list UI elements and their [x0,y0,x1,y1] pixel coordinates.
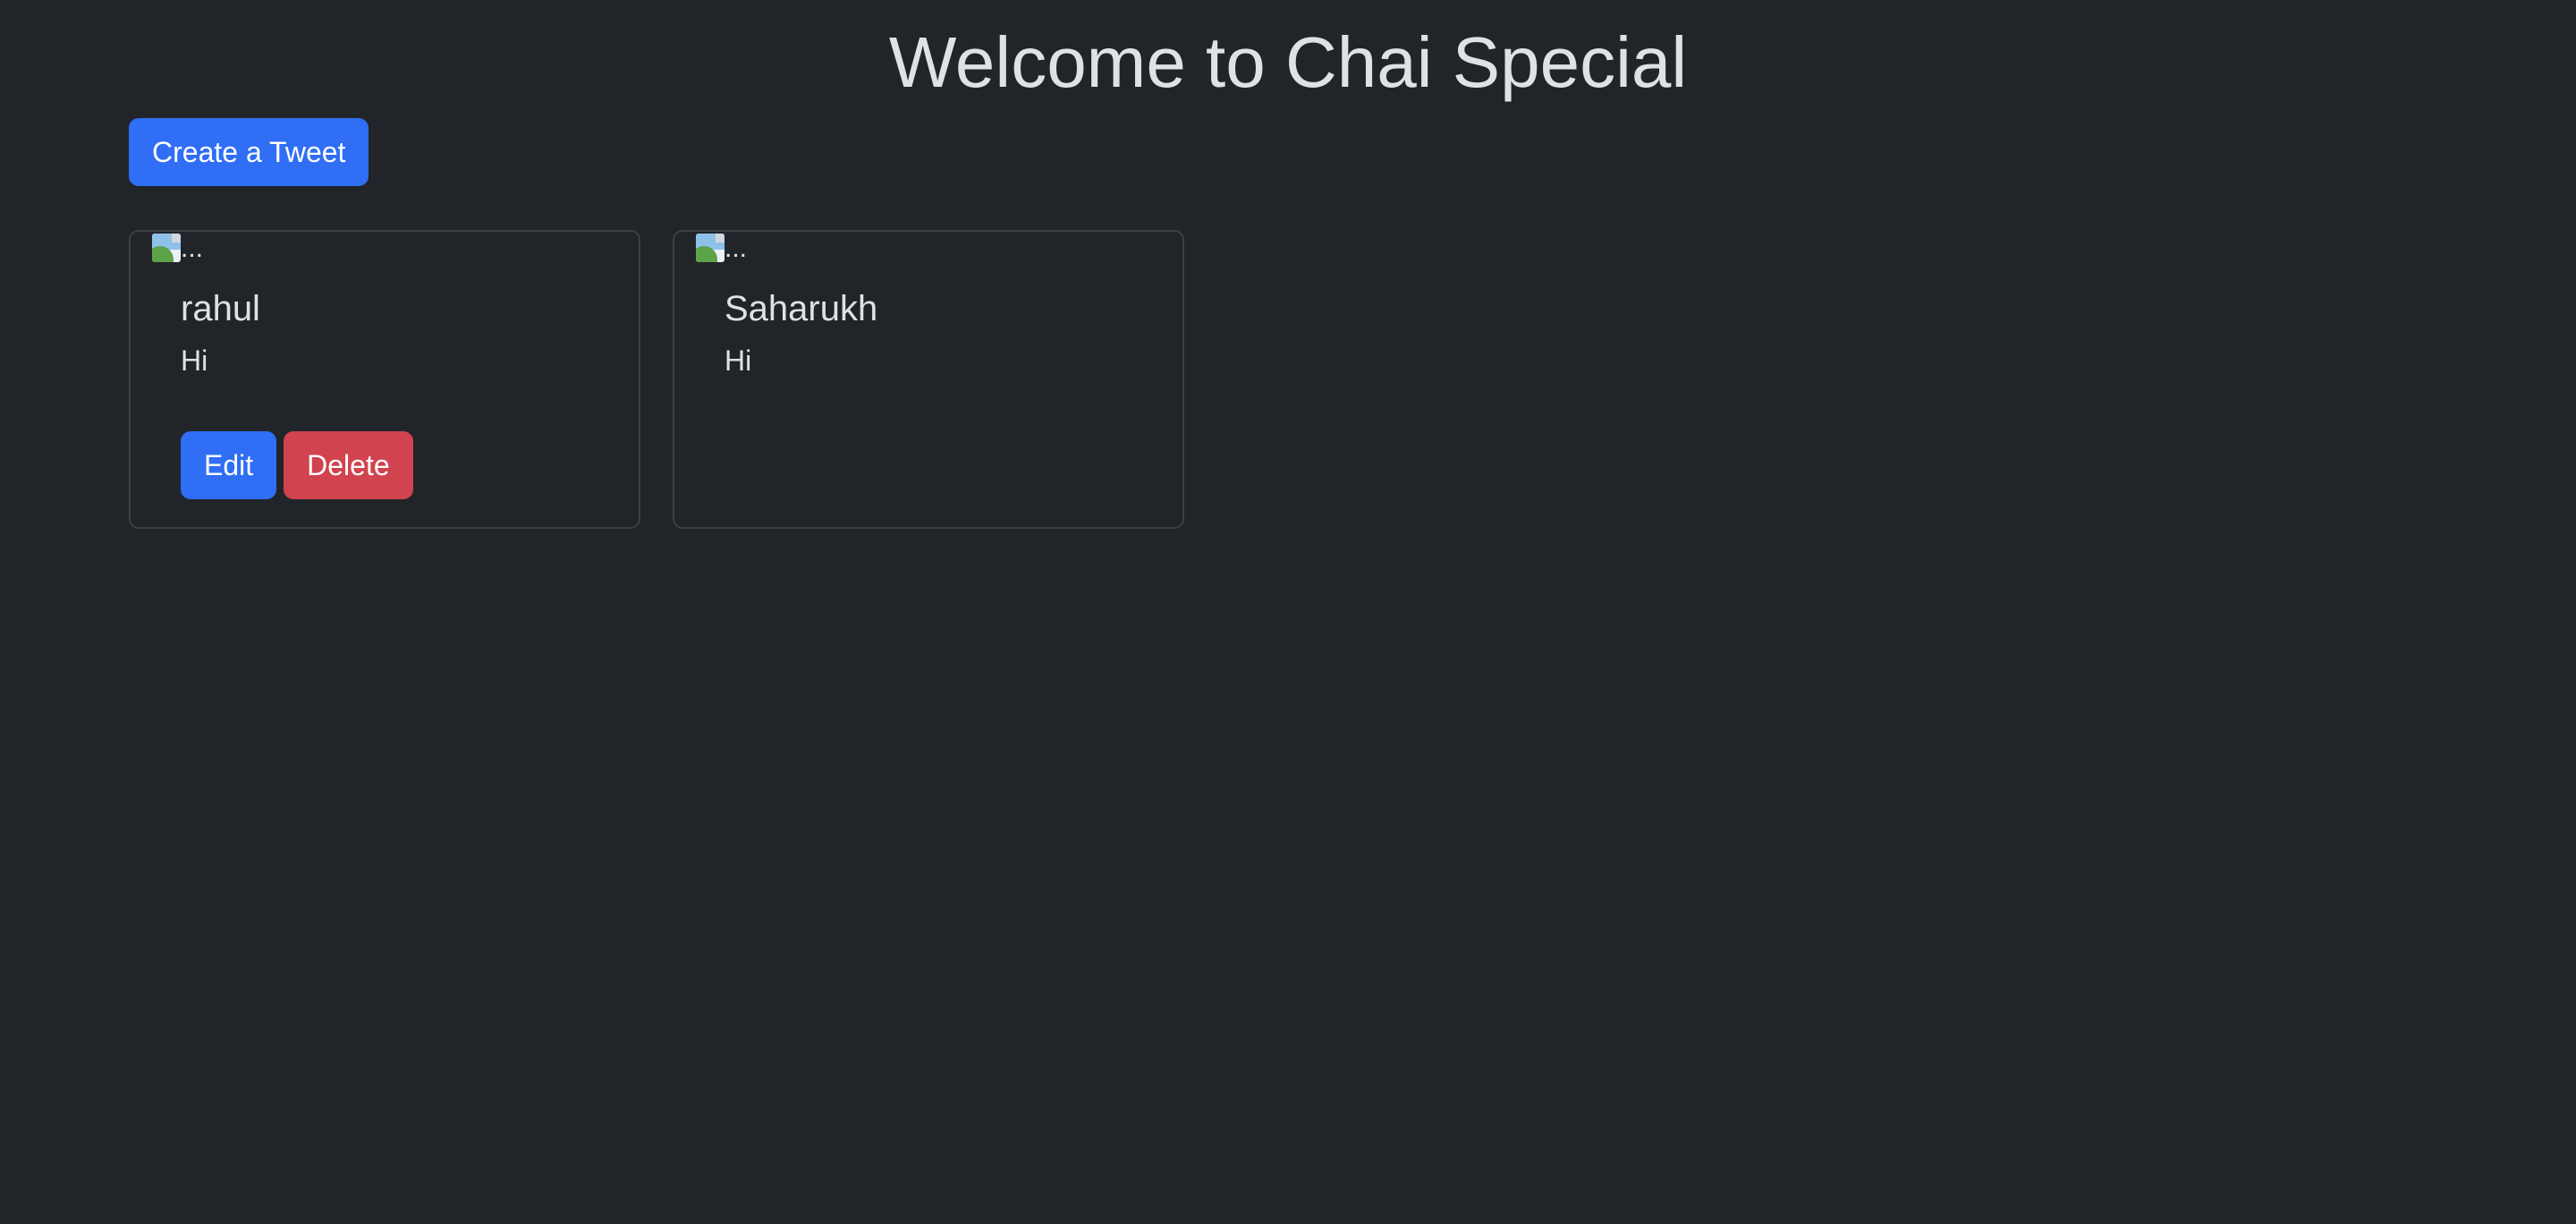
broken-image-icon [152,234,181,262]
tweet-card-body: rahul Hi [181,287,260,378]
tweet-text: Hi [181,344,208,377]
tweet-card: ... Saharukh Hi [673,230,1184,529]
tweet-author: Saharukh [724,289,878,328]
tweet-image-alt: ... [181,234,204,263]
tweet-text: Hi [724,344,752,377]
tweet-image: ... [152,234,203,264]
create-tweet-button[interactable]: Create a Tweet [129,118,369,186]
tweet-image: ... [696,234,747,264]
tweet-actions: Edit Delete [181,431,413,499]
tweet-card: ... rahul Hi Edit Delete [129,230,640,529]
tweet-author: rahul [181,289,260,328]
page-title: Welcome to Chai Special [888,22,1688,102]
broken-image-icon [696,234,724,262]
edit-button[interactable]: Edit [181,431,277,499]
tweet-card-body: Saharukh Hi [724,287,877,378]
page: Welcome to Chai Special Create a Tweet .… [0,0,2576,1224]
tweet-image-alt: ... [724,234,748,263]
delete-button[interactable]: Delete [284,431,413,499]
